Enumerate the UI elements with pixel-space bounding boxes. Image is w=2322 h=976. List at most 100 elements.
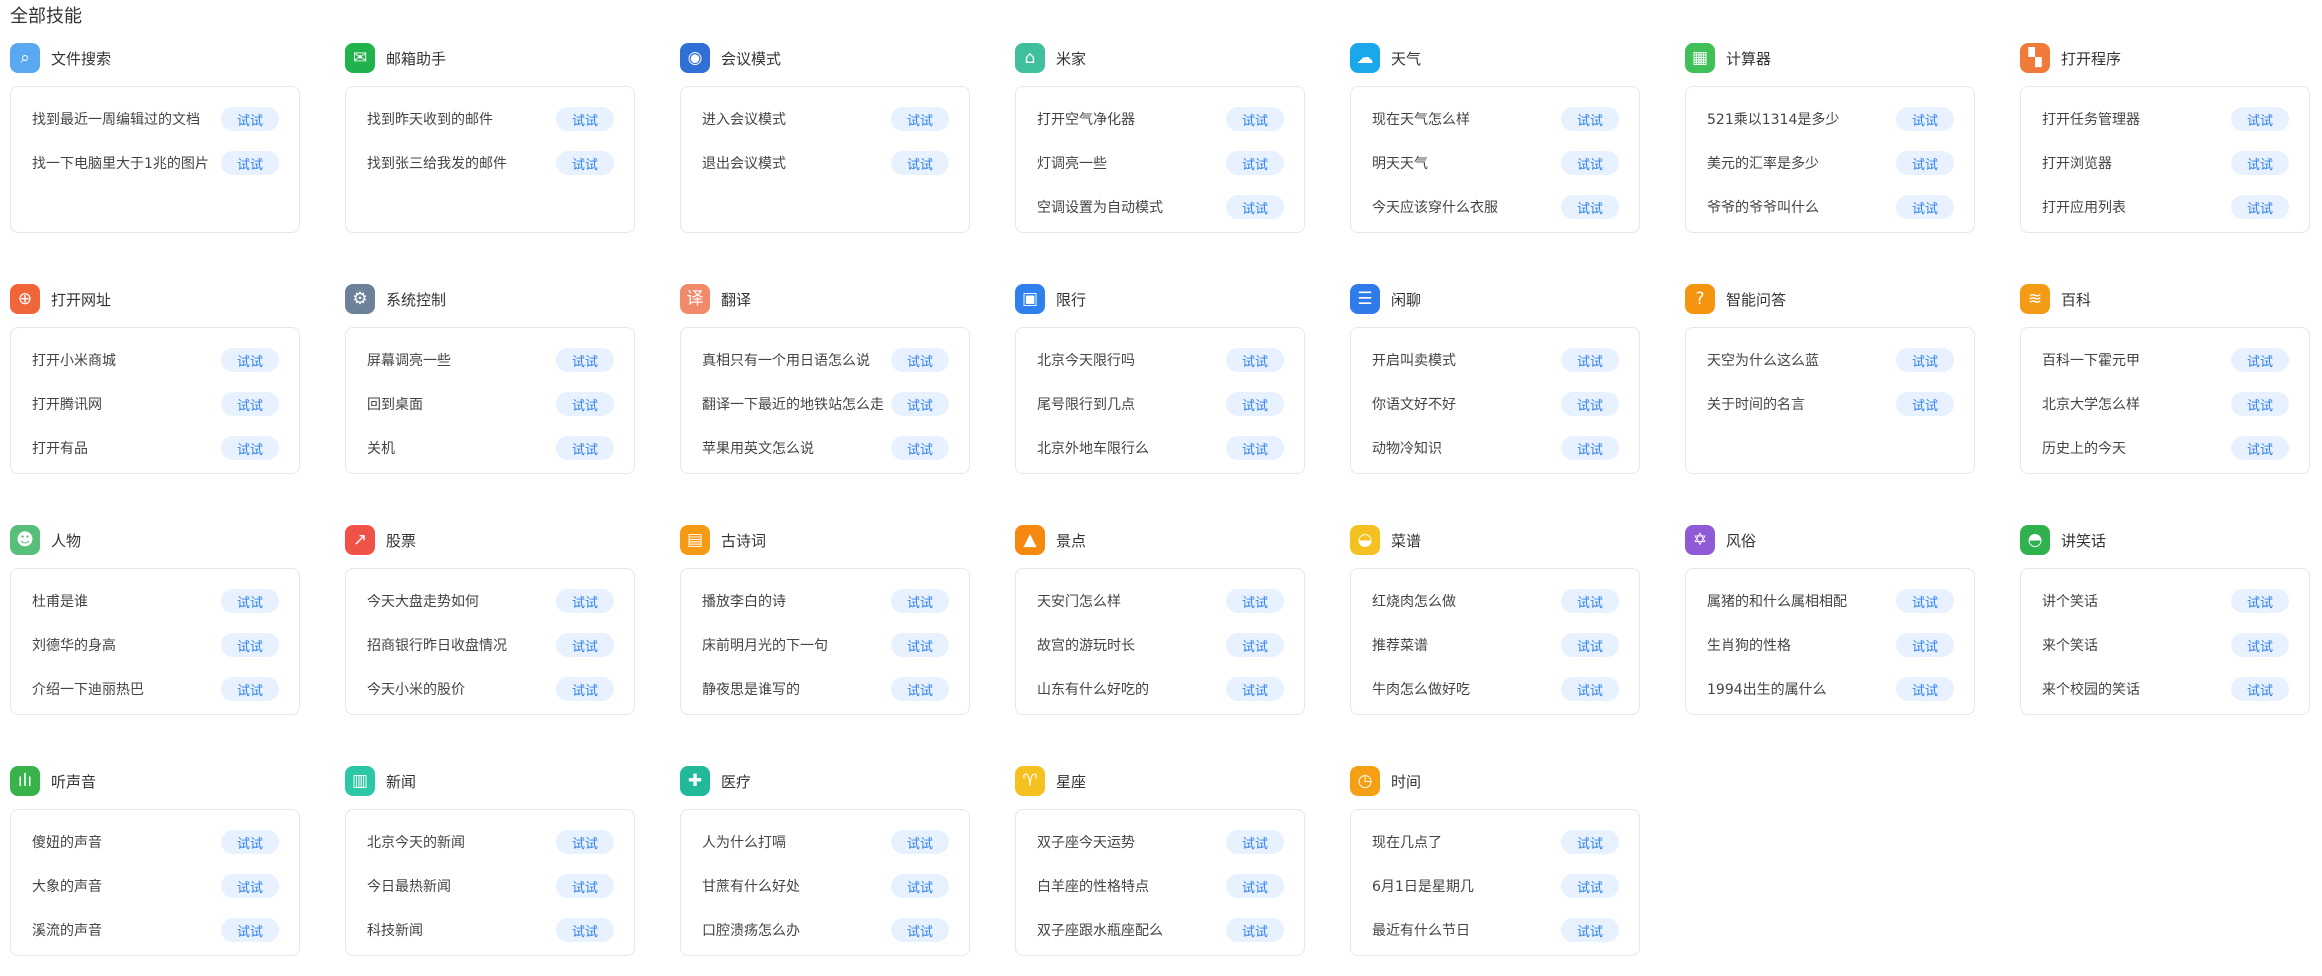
try-button[interactable]: 试试 [221, 107, 279, 131]
try-button[interactable]: 试试 [1226, 436, 1284, 460]
try-button[interactable]: 试试 [1561, 392, 1619, 416]
try-button[interactable]: 试试 [891, 589, 949, 613]
skill-header[interactable]: ◉ 会议模式 [680, 42, 970, 74]
skill-header[interactable]: ⌕ 文件搜索 [10, 42, 300, 74]
try-button[interactable]: 试试 [556, 633, 614, 657]
try-button[interactable]: 试试 [1896, 677, 1954, 701]
skill-header[interactable]: ♈ 星座 [1015, 765, 1305, 797]
try-button[interactable]: 试试 [1226, 918, 1284, 942]
try-button[interactable]: 试试 [556, 151, 614, 175]
try-button[interactable]: 试试 [1561, 830, 1619, 854]
try-button[interactable]: 试试 [221, 151, 279, 175]
try-button[interactable]: 试试 [221, 918, 279, 942]
skill-header[interactable]: ◓ 讲笑话 [2020, 524, 2310, 556]
try-button[interactable]: 试试 [891, 151, 949, 175]
try-button[interactable]: 试试 [221, 436, 279, 460]
try-button[interactable]: 试试 [221, 874, 279, 898]
skill-header[interactable]: ≋ 百科 [2020, 283, 2310, 315]
try-button[interactable]: 试试 [556, 348, 614, 372]
skill-header[interactable]: ▦ 计算器 [1685, 42, 1975, 74]
skill-header[interactable]: ☰ 闲聊 [1350, 283, 1640, 315]
try-button[interactable]: 试试 [221, 589, 279, 613]
skill-header[interactable]: ◒ 菜谱 [1350, 524, 1640, 556]
skill-header[interactable]: ✉ 邮箱助手 [345, 42, 635, 74]
try-button[interactable]: 试试 [2231, 151, 2289, 175]
try-button[interactable]: 试试 [1226, 195, 1284, 219]
try-button[interactable]: 试试 [1896, 633, 1954, 657]
try-button[interactable]: 试试 [1561, 677, 1619, 701]
try-button[interactable]: 试试 [221, 830, 279, 854]
try-button[interactable]: 试试 [2231, 392, 2289, 416]
try-button[interactable]: 试试 [891, 874, 949, 898]
skill-header[interactable]: ⌂ 米家 [1015, 42, 1305, 74]
skill-header[interactable]: ▚ 打开程序 [2020, 42, 2310, 74]
try-button[interactable]: 试试 [1226, 874, 1284, 898]
try-button[interactable]: 试试 [556, 392, 614, 416]
try-button[interactable]: 试试 [1226, 107, 1284, 131]
try-button[interactable]: 试试 [1226, 589, 1284, 613]
try-button[interactable]: 试试 [556, 589, 614, 613]
try-button[interactable]: 试试 [891, 677, 949, 701]
try-button[interactable]: 试试 [891, 107, 949, 131]
skill-header[interactable]: ▣ 限行 [1015, 283, 1305, 315]
try-button[interactable]: 试试 [1896, 151, 1954, 175]
try-button[interactable]: 试试 [1226, 348, 1284, 372]
skill-header[interactable]: ▥ 新闻 [345, 765, 635, 797]
try-button[interactable]: 试试 [891, 830, 949, 854]
try-button[interactable]: 试试 [2231, 436, 2289, 460]
skill-header[interactable]: ✡ 风俗 [1685, 524, 1975, 556]
try-button[interactable]: 试试 [221, 348, 279, 372]
try-button[interactable]: 试试 [221, 392, 279, 416]
try-button[interactable]: 试试 [891, 633, 949, 657]
try-button[interactable]: 试试 [2231, 633, 2289, 657]
skill-header[interactable]: ✚ 医疗 [680, 765, 970, 797]
try-button[interactable]: 试试 [1561, 348, 1619, 372]
skill-header[interactable]: ▤ 古诗词 [680, 524, 970, 556]
try-button[interactable]: 试试 [1226, 392, 1284, 416]
skill-header[interactable]: ⊕ 打开网址 [10, 283, 300, 315]
try-button[interactable]: 试试 [1226, 151, 1284, 175]
try-button[interactable]: 试试 [1561, 874, 1619, 898]
try-button[interactable]: 试试 [1561, 918, 1619, 942]
try-button[interactable]: 试试 [2231, 677, 2289, 701]
try-button[interactable]: 试试 [556, 874, 614, 898]
try-button[interactable]: 试试 [891, 918, 949, 942]
try-button[interactable]: 试试 [1896, 195, 1954, 219]
try-button[interactable]: 试试 [556, 918, 614, 942]
try-button[interactable]: 试试 [221, 677, 279, 701]
try-button[interactable]: 试试 [556, 677, 614, 701]
try-button[interactable]: 试试 [891, 436, 949, 460]
try-button[interactable]: 试试 [891, 348, 949, 372]
try-button[interactable]: 试试 [1561, 589, 1619, 613]
skill-header[interactable]: ? 智能问答 [1685, 283, 1975, 315]
try-button[interactable]: 试试 [2231, 107, 2289, 131]
skill-header[interactable]: 译翻译 [680, 283, 970, 315]
try-button[interactable]: 试试 [556, 830, 614, 854]
try-button[interactable]: 试试 [556, 436, 614, 460]
try-button[interactable]: 试试 [1226, 830, 1284, 854]
try-button[interactable]: 试试 [1226, 677, 1284, 701]
try-button[interactable]: 试试 [1561, 151, 1619, 175]
skill-header[interactable]: ☁ 天气 [1350, 42, 1640, 74]
try-button[interactable]: 试试 [1226, 633, 1284, 657]
try-button[interactable]: 试试 [1561, 107, 1619, 131]
try-button[interactable]: 试试 [2231, 589, 2289, 613]
try-button[interactable]: 试试 [221, 633, 279, 657]
try-button[interactable]: 试试 [1896, 348, 1954, 372]
skill-header[interactable]: ↗ 股票 [345, 524, 635, 556]
try-button[interactable]: 试试 [1896, 392, 1954, 416]
try-button[interactable]: 试试 [556, 107, 614, 131]
try-button[interactable]: 试试 [1561, 195, 1619, 219]
try-button[interactable]: 试试 [1561, 633, 1619, 657]
try-button[interactable]: 试试 [1896, 107, 1954, 131]
skill-header[interactable]: ılı 听声音 [10, 765, 300, 797]
try-button[interactable]: 试试 [2231, 195, 2289, 219]
skill-header[interactable]: ▲ 景点 [1015, 524, 1305, 556]
try-button[interactable]: 试试 [2231, 348, 2289, 372]
skill-header[interactable]: ⚙ 系统控制 [345, 283, 635, 315]
try-button[interactable]: 试试 [891, 392, 949, 416]
skill-header[interactable]: ◷ 时间 [1350, 765, 1640, 797]
skill-header[interactable]: ☻ 人物 [10, 524, 300, 556]
try-button[interactable]: 试试 [1561, 436, 1619, 460]
try-button[interactable]: 试试 [1896, 589, 1954, 613]
